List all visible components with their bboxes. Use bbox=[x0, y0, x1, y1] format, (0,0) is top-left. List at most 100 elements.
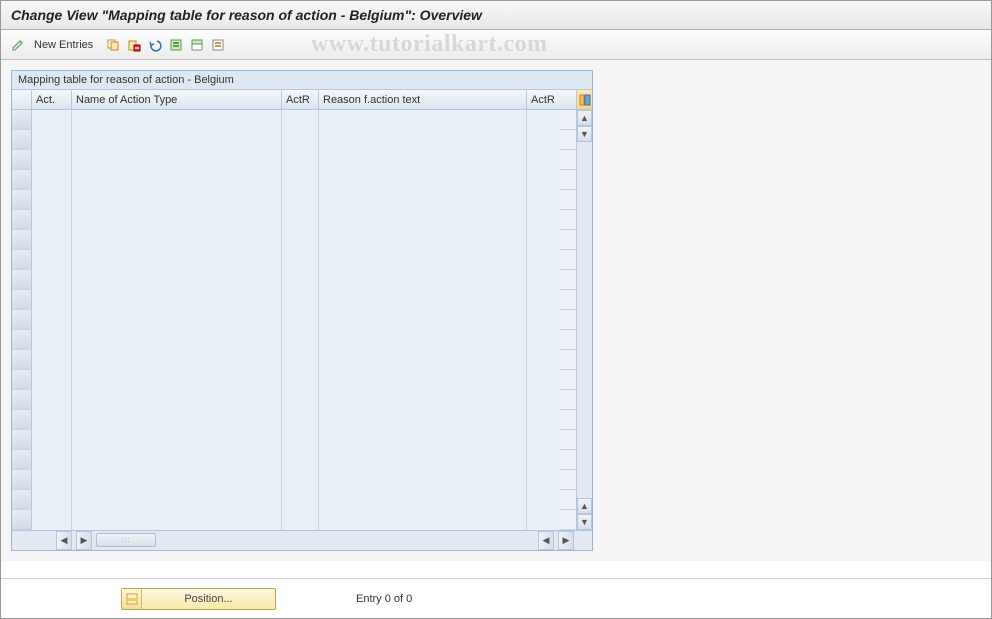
vertical-scroll-track[interactable] bbox=[577, 142, 592, 498]
table-cell[interactable] bbox=[282, 150, 319, 170]
table-cell[interactable] bbox=[319, 130, 527, 150]
scroll-left-button[interactable]: ◀ bbox=[56, 531, 72, 550]
table-cell[interactable] bbox=[32, 110, 72, 130]
table-cell[interactable] bbox=[282, 230, 319, 250]
row-header[interactable] bbox=[12, 110, 32, 130]
table-cell[interactable] bbox=[32, 390, 72, 410]
table-cell[interactable] bbox=[527, 130, 560, 150]
table-cell[interactable] bbox=[282, 210, 319, 230]
table-cell[interactable] bbox=[319, 390, 527, 410]
table-cell[interactable] bbox=[319, 110, 527, 130]
position-button[interactable]: Position... bbox=[121, 588, 276, 610]
table-cell[interactable] bbox=[72, 210, 282, 230]
table-cell[interactable] bbox=[282, 510, 319, 530]
change-icon[interactable] bbox=[9, 36, 27, 54]
row-header[interactable] bbox=[12, 150, 32, 170]
table-cell[interactable] bbox=[282, 490, 319, 510]
table-cell[interactable] bbox=[72, 150, 282, 170]
table-cell[interactable] bbox=[282, 330, 319, 350]
scroll-up-step-button[interactable]: ▲ bbox=[577, 498, 592, 514]
table-cell[interactable] bbox=[282, 470, 319, 490]
row-header[interactable] bbox=[12, 430, 32, 450]
table-cell[interactable] bbox=[282, 270, 319, 290]
row-header[interactable] bbox=[12, 310, 32, 330]
row-header[interactable] bbox=[12, 410, 32, 430]
column-header-name[interactable]: Name of Action Type bbox=[72, 90, 282, 110]
table-cell[interactable] bbox=[319, 370, 527, 390]
table-cell[interactable] bbox=[282, 130, 319, 150]
table-cell[interactable] bbox=[72, 290, 282, 310]
table-cell[interactable] bbox=[319, 350, 527, 370]
table-cell[interactable] bbox=[527, 230, 560, 250]
table-cell[interactable] bbox=[527, 150, 560, 170]
table-cell[interactable] bbox=[32, 130, 72, 150]
table-cell[interactable] bbox=[72, 470, 282, 490]
table-cell[interactable] bbox=[32, 170, 72, 190]
table-cell[interactable] bbox=[72, 110, 282, 130]
table-cell[interactable] bbox=[282, 430, 319, 450]
table-cell[interactable] bbox=[282, 190, 319, 210]
table-cell[interactable] bbox=[32, 430, 72, 450]
table-cell[interactable] bbox=[282, 250, 319, 270]
column-header-act[interactable]: Act. bbox=[32, 90, 72, 110]
row-header[interactable] bbox=[12, 170, 32, 190]
table-cell[interactable] bbox=[282, 450, 319, 470]
scroll-down-button[interactable]: ▼ bbox=[577, 514, 592, 530]
table-cell[interactable] bbox=[527, 370, 560, 390]
deselect-icon[interactable] bbox=[209, 36, 227, 54]
table-cell[interactable] bbox=[32, 230, 72, 250]
scroll-right-button[interactable]: ▶ bbox=[558, 531, 574, 550]
undo-icon[interactable] bbox=[146, 36, 164, 54]
row-header[interactable] bbox=[12, 370, 32, 390]
column-header-reason[interactable]: Reason f.action text bbox=[319, 90, 527, 110]
table-cell[interactable] bbox=[32, 410, 72, 430]
row-header[interactable] bbox=[12, 470, 32, 490]
table-cell[interactable] bbox=[32, 470, 72, 490]
table-cell[interactable] bbox=[319, 330, 527, 350]
table-cell[interactable] bbox=[282, 110, 319, 130]
table-cell[interactable] bbox=[32, 490, 72, 510]
table-cell[interactable] bbox=[527, 490, 560, 510]
table-cell[interactable] bbox=[282, 370, 319, 390]
row-header[interactable] bbox=[12, 210, 32, 230]
table-cell[interactable] bbox=[32, 510, 72, 530]
column-header-actr2[interactable]: ActR bbox=[527, 90, 560, 110]
table-cell[interactable] bbox=[72, 430, 282, 450]
table-cell[interactable] bbox=[282, 410, 319, 430]
table-cell[interactable] bbox=[32, 330, 72, 350]
table-cell[interactable] bbox=[527, 170, 560, 190]
table-cell[interactable] bbox=[72, 130, 282, 150]
table-cell[interactable] bbox=[72, 270, 282, 290]
table-cell[interactable] bbox=[527, 310, 560, 330]
row-header[interactable] bbox=[12, 350, 32, 370]
table-cell[interactable] bbox=[319, 270, 527, 290]
table-cell[interactable] bbox=[72, 310, 282, 330]
table-cell[interactable] bbox=[282, 310, 319, 330]
table-cell[interactable] bbox=[72, 190, 282, 210]
horizontal-scroll-thumb[interactable]: ::: bbox=[96, 533, 156, 547]
table-cell[interactable] bbox=[527, 410, 560, 430]
table-cell[interactable] bbox=[72, 410, 282, 430]
table-cell[interactable] bbox=[32, 190, 72, 210]
horizontal-scroll-track[interactable] bbox=[160, 531, 534, 550]
scroll-left-step-button[interactable]: ◀ bbox=[538, 531, 554, 550]
table-cell[interactable] bbox=[32, 270, 72, 290]
table-cell[interactable] bbox=[527, 190, 560, 210]
row-header[interactable] bbox=[12, 130, 32, 150]
table-cell[interactable] bbox=[72, 370, 282, 390]
scroll-right-step-button[interactable]: ▶ bbox=[76, 531, 92, 550]
table-cell[interactable] bbox=[282, 350, 319, 370]
table-cell[interactable] bbox=[319, 250, 527, 270]
table-cell[interactable] bbox=[527, 290, 560, 310]
select-block-icon[interactable] bbox=[188, 36, 206, 54]
table-cell[interactable] bbox=[72, 330, 282, 350]
table-cell[interactable] bbox=[527, 350, 560, 370]
table-cell[interactable] bbox=[32, 350, 72, 370]
table-cell[interactable] bbox=[32, 450, 72, 470]
table-cell[interactable] bbox=[319, 310, 527, 330]
column-settings-icon[interactable] bbox=[577, 90, 592, 110]
table-cell[interactable] bbox=[527, 210, 560, 230]
column-header-actr1[interactable]: ActR bbox=[282, 90, 319, 110]
table-cell[interactable] bbox=[72, 390, 282, 410]
table-cell[interactable] bbox=[527, 270, 560, 290]
